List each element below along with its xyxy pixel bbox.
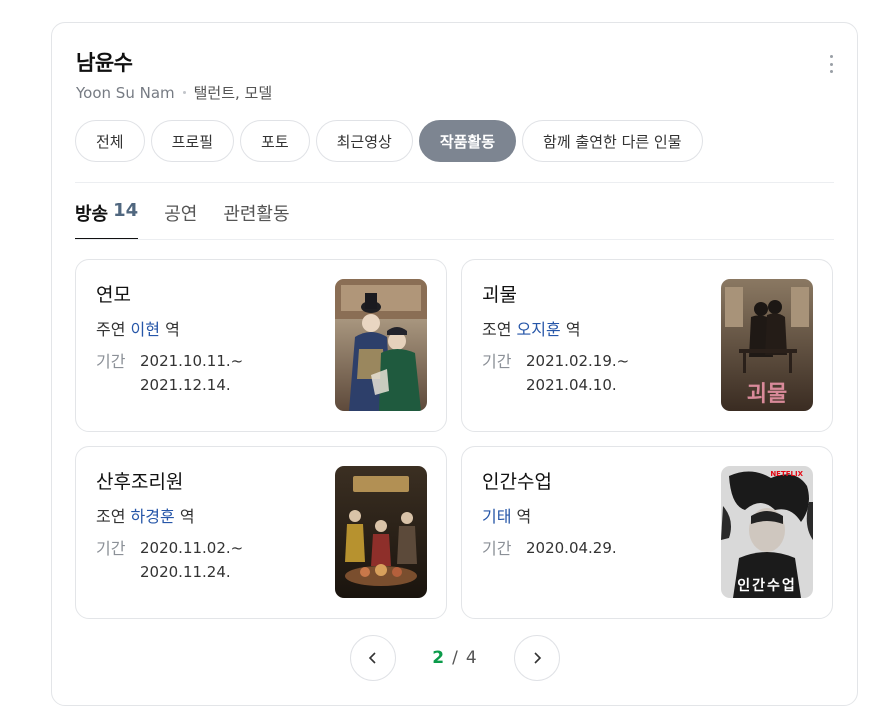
category-tabs: 전체 프로필 포토 최근영상 작품활동 함께 출연한 다른 인물: [75, 120, 703, 162]
english-name: Yoon Su Nam: [76, 83, 175, 102]
page-separator: /: [452, 648, 458, 668]
period-end: 2021.12.14.: [140, 376, 231, 394]
work-title: 인간수업: [482, 471, 552, 493]
role-suffix: 역: [565, 320, 581, 339]
period-end: 2020.11.24.: [140, 563, 231, 581]
character-link[interactable]: 하경훈: [131, 507, 175, 526]
poster-title-text: 괴물: [747, 382, 787, 407]
work-title: 산후조리원: [96, 471, 184, 493]
page-indicator: 2 / 4: [420, 648, 490, 668]
next-page-button[interactable]: [513, 635, 560, 681]
tab-profile[interactable]: 프로필: [150, 120, 235, 162]
tab-all[interactable]: 전체: [75, 120, 145, 162]
works-subtabs: 방송 14 공연 관련활동: [75, 198, 290, 240]
tab-photo[interactable]: 포토: [240, 120, 310, 162]
period-end: 2021.04.10.: [526, 376, 617, 394]
person-info-card: 남윤수 Yoon Su Nam 탤런트, 모델 전체 프로필 포토 최근영상 작…: [51, 22, 858, 706]
current-page: 2: [432, 648, 445, 668]
period-label: 기간: [96, 352, 126, 371]
subtab-performance[interactable]: 공연: [164, 198, 197, 240]
person-subline: Yoon Su Nam 탤런트, 모델: [76, 82, 272, 103]
work-role: 조연 오지훈 역: [482, 316, 581, 340]
work-card[interactable]: 산후조리원 조연 하경훈 역 기간 2020.11.02.~ 2020.11.2…: [75, 446, 447, 619]
poster-image[interactable]: 괴물: [721, 279, 813, 411]
poster-badge-text: NETFLIX: [770, 470, 803, 478]
subtab-broadcast-count: 14: [113, 200, 139, 221]
role-type: 조연: [96, 507, 126, 526]
separator-dot: [182, 91, 186, 94]
subtab-broadcast[interactable]: 방송 14: [75, 198, 139, 240]
character-link[interactable]: 오지훈: [517, 320, 561, 339]
role-type: 조연: [482, 320, 512, 339]
work-card[interactable]: 괴물 조연 오지훈 역 기간 2021.02.19.~ 2021.04.10.: [461, 259, 833, 432]
period-start: 2021.02.19.~: [526, 352, 630, 370]
work-card[interactable]: 인간수업 기태 역 기간 2020.04.29. NETFLIX 인간수업: [461, 446, 833, 619]
total-pages: 4: [465, 648, 477, 668]
person-name: 남윤수: [76, 51, 133, 75]
period-label: 기간: [482, 352, 512, 371]
subtab-broadcast-label: 방송: [75, 204, 109, 225]
role-suffix: 역: [165, 320, 180, 339]
tab-works[interactable]: 작품활동: [418, 120, 517, 162]
pagination: 2 / 4: [52, 635, 857, 681]
work-period: 기간 2020.11.02.~ 2020.11.24.: [96, 535, 243, 584]
role-suffix: 역: [179, 507, 195, 526]
divider: [75, 182, 834, 183]
work-title: 연모: [96, 284, 131, 306]
tab-recent-video[interactable]: 최근영상: [315, 120, 413, 162]
work-role: 조연 하경훈 역: [96, 503, 195, 527]
character-link[interactable]: 이현: [131, 320, 160, 339]
chevron-left-icon: [368, 652, 376, 664]
subtab-divider: [75, 239, 834, 240]
work-title: 괴물: [482, 284, 517, 306]
works-grid: 연모 주연 이현 역 기간 2021.10.11.~ 2021.12.14. 괴…: [75, 259, 835, 619]
poster-image[interactable]: NETFLIX 인간수업: [721, 466, 813, 598]
work-card[interactable]: 연모 주연 이현 역 기간 2021.10.11.~ 2021.12.14.: [75, 259, 447, 432]
period-start: 2020.11.02.~: [140, 539, 244, 557]
period-label: 기간: [96, 539, 126, 558]
work-period: 기간 2020.04.29.: [482, 535, 617, 560]
role-suffix: 역: [516, 507, 532, 526]
work-period: 기간 2021.02.19.~ 2021.04.10.: [482, 348, 629, 397]
work-period: 기간 2021.10.11.~ 2021.12.14.: [96, 348, 243, 397]
occupation: 탤런트, 모델: [193, 84, 273, 102]
work-role: 주연 이현 역: [96, 316, 180, 340]
prev-page-button[interactable]: [349, 635, 396, 681]
poster-image[interactable]: [335, 466, 427, 598]
role-type: 주연: [96, 320, 126, 339]
period-label: 기간: [482, 539, 512, 558]
character-link[interactable]: 기태: [482, 507, 511, 526]
tab-co-stars[interactable]: 함께 출연한 다른 인물: [522, 120, 703, 162]
work-role: 기태 역: [482, 503, 531, 527]
poster-title-text: 인간수업: [737, 577, 797, 594]
more-vertical-icon[interactable]: [829, 55, 833, 73]
poster-image[interactable]: [335, 279, 427, 411]
subtab-related-activity[interactable]: 관련활동: [223, 198, 289, 240]
chevron-right-icon: [533, 652, 541, 664]
period-start: 2021.10.11.~: [140, 352, 244, 370]
period-start: 2020.04.29.: [526, 539, 617, 557]
